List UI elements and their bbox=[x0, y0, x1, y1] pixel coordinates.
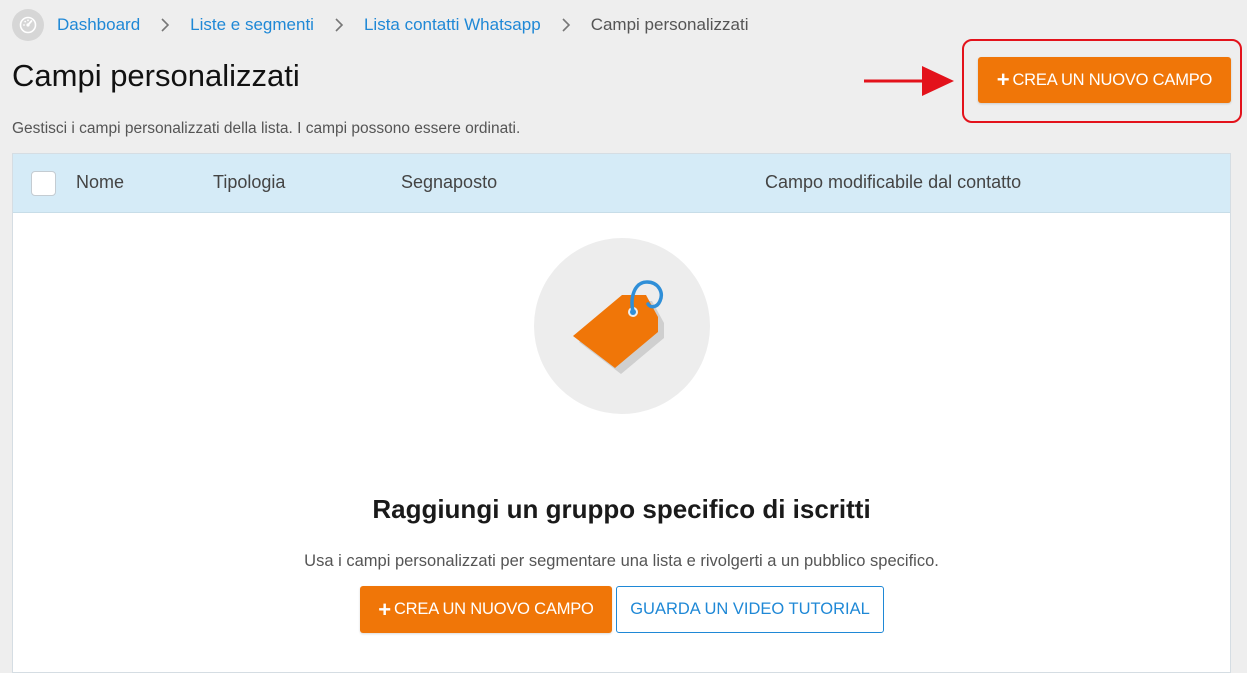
empty-state-text: Usa i campi personalizzati per segmentar… bbox=[304, 552, 939, 570]
column-campo-modificabile[interactable]: Campo modificabile dal contatto bbox=[765, 172, 1021, 193]
column-segnaposto[interactable]: Segnaposto bbox=[401, 172, 497, 193]
empty-state-illustration bbox=[534, 238, 710, 414]
create-field-button-empty-state[interactable]: + CREA UN NUOVO CAMPO bbox=[360, 586, 612, 633]
annotation-arrow bbox=[864, 66, 954, 96]
create-field-button[interactable]: + CREA UN NUOVO CAMPO bbox=[978, 57, 1231, 103]
breadcrumb-liste-e-segmenti[interactable]: Liste e segmenti bbox=[190, 15, 314, 35]
column-tipologia[interactable]: Tipologia bbox=[213, 172, 285, 193]
plus-icon: + bbox=[378, 596, 391, 622]
chevron-right-icon bbox=[140, 18, 190, 32]
price-tag-icon bbox=[573, 280, 664, 374]
chevron-right-icon bbox=[541, 18, 591, 32]
select-all-checkbox[interactable] bbox=[31, 171, 56, 196]
empty-state-title: Raggiungi un gruppo specifico di iscritt… bbox=[372, 494, 871, 524]
create-field-button-label: CREA UN NUOVO CAMPO bbox=[393, 600, 594, 618]
chevron-right-icon bbox=[314, 18, 364, 32]
page-title: Campi personalizzati bbox=[12, 58, 300, 93]
column-nome[interactable]: Nome bbox=[76, 172, 124, 193]
breadcrumb: Dashboard Liste e segmenti Lista contatt… bbox=[12, 9, 748, 41]
plus-icon: + bbox=[996, 67, 1010, 92]
custom-fields-table: Nome Tipologia Segnaposto Campo modifica… bbox=[12, 153, 1231, 673]
breadcrumb-dashboard[interactable]: Dashboard bbox=[57, 15, 140, 35]
page-subtitle: Gestisci i campi personalizzati della li… bbox=[12, 120, 521, 137]
create-field-button-label: CREA UN NUOVO CAMPO bbox=[1012, 70, 1213, 89]
table-header: Nome Tipologia Segnaposto Campo modifica… bbox=[13, 154, 1230, 213]
watch-video-tutorial-button[interactable]: GUARDA UN VIDEO TUTORIAL bbox=[616, 586, 884, 633]
dashboard-gauge-icon[interactable] bbox=[12, 9, 44, 41]
breadcrumb-current: Campi personalizzati bbox=[590, 15, 749, 34]
breadcrumb-lista-contatti-whatsapp[interactable]: Lista contatti Whatsapp bbox=[364, 15, 541, 35]
